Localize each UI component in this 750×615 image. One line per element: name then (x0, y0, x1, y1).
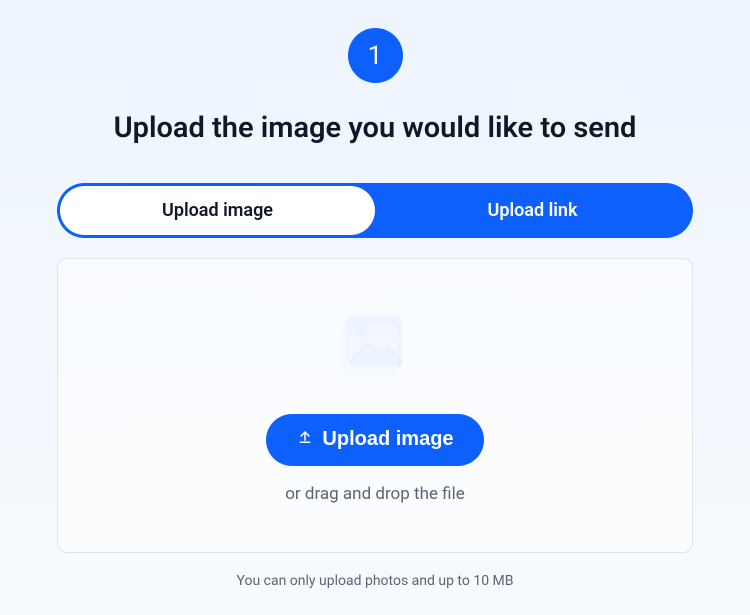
upload-limit-hint: You can only upload photos and up to 10 … (237, 573, 514, 589)
image-placeholder-icon (336, 308, 414, 386)
upload-icon (296, 428, 314, 452)
upload-mode-tabs: Upload image Upload link (57, 183, 693, 238)
upload-image-button[interactable]: Upload image (266, 414, 483, 466)
upload-dropzone[interactable]: Upload image or drag and drop the file (57, 258, 693, 553)
upload-button-label: Upload image (322, 428, 453, 451)
step-number: 1 (368, 41, 383, 71)
tab-upload-image-label: Upload image (162, 200, 273, 221)
page-title: Upload the image you would like to send (114, 111, 637, 145)
step-number-badge: 1 (348, 28, 403, 83)
tab-upload-image[interactable]: Upload image (60, 186, 375, 235)
drag-drop-hint: or drag and drop the file (285, 484, 465, 504)
tab-upload-link[interactable]: Upload link (375, 186, 690, 235)
tab-upload-link-label: Upload link (488, 200, 578, 221)
